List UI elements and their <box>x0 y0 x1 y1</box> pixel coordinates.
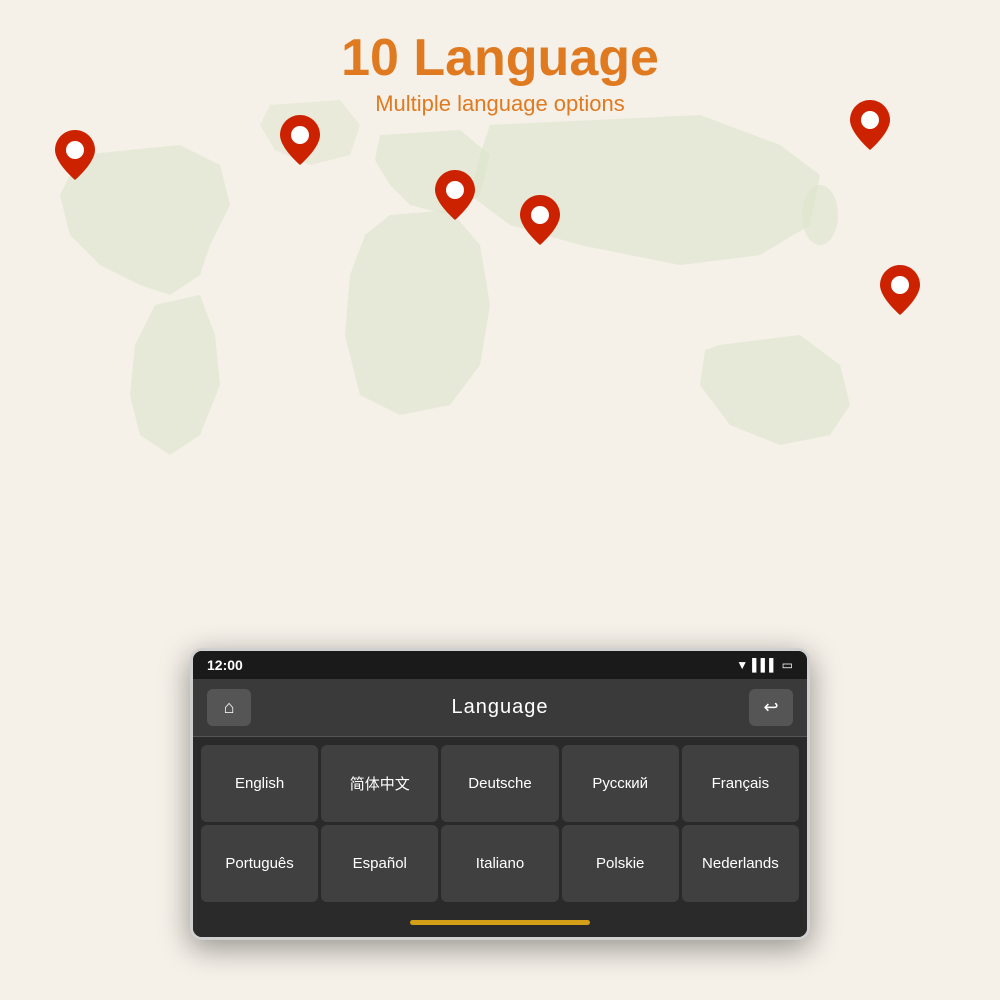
page-title-main: 10 Language <box>0 30 1000 87</box>
wifi-icon: ▼ <box>736 658 748 672</box>
battery-icon: ▭ <box>782 658 793 672</box>
lang-portuguese[interactable]: Português <box>201 825 318 902</box>
home-button[interactable]: ⌂ <box>207 689 251 726</box>
yellow-indicator-bar <box>410 920 590 925</box>
lang-dutch[interactable]: Nederlands <box>682 825 799 902</box>
location-pin-2 <box>280 115 320 165</box>
lang-french[interactable]: Français <box>682 745 799 822</box>
device-frame: 12:00 ▼ ▌▌▌ ▭ ⌂ Language ↩ English 简体中文 … <box>190 648 810 940</box>
status-bar: 12:00 ▼ ▌▌▌ ▭ <box>193 651 807 679</box>
lang-polish[interactable]: Polskie <box>562 825 679 902</box>
lang-spanish[interactable]: Español <box>321 825 438 902</box>
location-pin-4 <box>520 195 560 245</box>
navigation-bar: ⌂ Language ↩ <box>193 679 807 737</box>
location-pin-3 <box>435 170 475 220</box>
location-pin-1 <box>55 130 95 180</box>
status-icons: ▼ ▌▌▌ ▭ <box>736 658 793 672</box>
lang-italian[interactable]: Italiano <box>441 825 558 902</box>
lang-simplified-chinese[interactable]: 简体中文 <box>321 745 438 822</box>
bottom-bar <box>193 910 807 937</box>
lang-german[interactable]: Deutsche <box>441 745 558 822</box>
nav-title: Language <box>261 696 739 719</box>
back-button[interactable]: ↩ <box>749 689 793 726</box>
lang-english[interactable]: English <box>201 745 318 822</box>
signal-icon: ▌▌▌ <box>752 658 778 672</box>
location-pin-5 <box>850 100 890 150</box>
location-pin-6 <box>880 265 920 315</box>
status-time: 12:00 <box>207 657 243 673</box>
lang-russian[interactable]: Русский <box>562 745 679 822</box>
language-grid: English 简体中文 Deutsche Русский Français P… <box>193 737 807 910</box>
